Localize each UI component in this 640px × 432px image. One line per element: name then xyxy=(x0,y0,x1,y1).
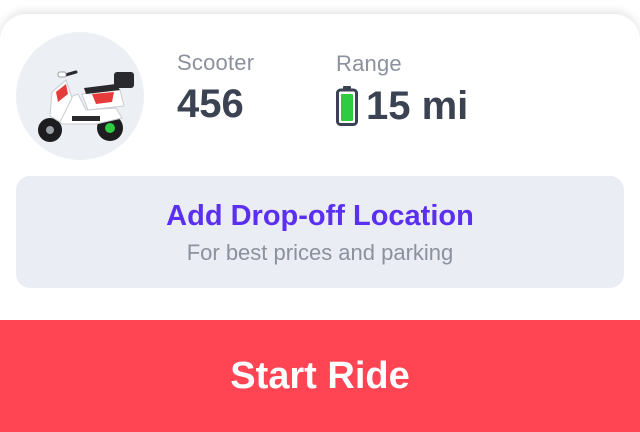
scooter-icon xyxy=(38,70,134,142)
range-label: Range xyxy=(336,51,402,76)
app-screen: Scooter 456 Range 15 mi Add Drop-off Loc… xyxy=(0,0,640,432)
dropoff-subtitle: For best prices and parking xyxy=(186,240,454,265)
start-ride-label: Start Ride xyxy=(230,355,410,397)
scooter-avatar xyxy=(16,32,144,160)
scooter-label: Scooter xyxy=(177,50,255,75)
add-dropoff-location-button[interactable]: Add Drop-off Location For best prices an… xyxy=(16,176,624,288)
battery-icon xyxy=(336,86,358,126)
range-value: 15 mi xyxy=(366,83,469,128)
dropoff-title: Add Drop-off Location xyxy=(166,200,474,232)
start-ride-button[interactable]: Start Ride xyxy=(0,320,640,432)
scooter-number: 456 xyxy=(177,82,244,126)
range-row: 15 mi xyxy=(336,84,468,128)
